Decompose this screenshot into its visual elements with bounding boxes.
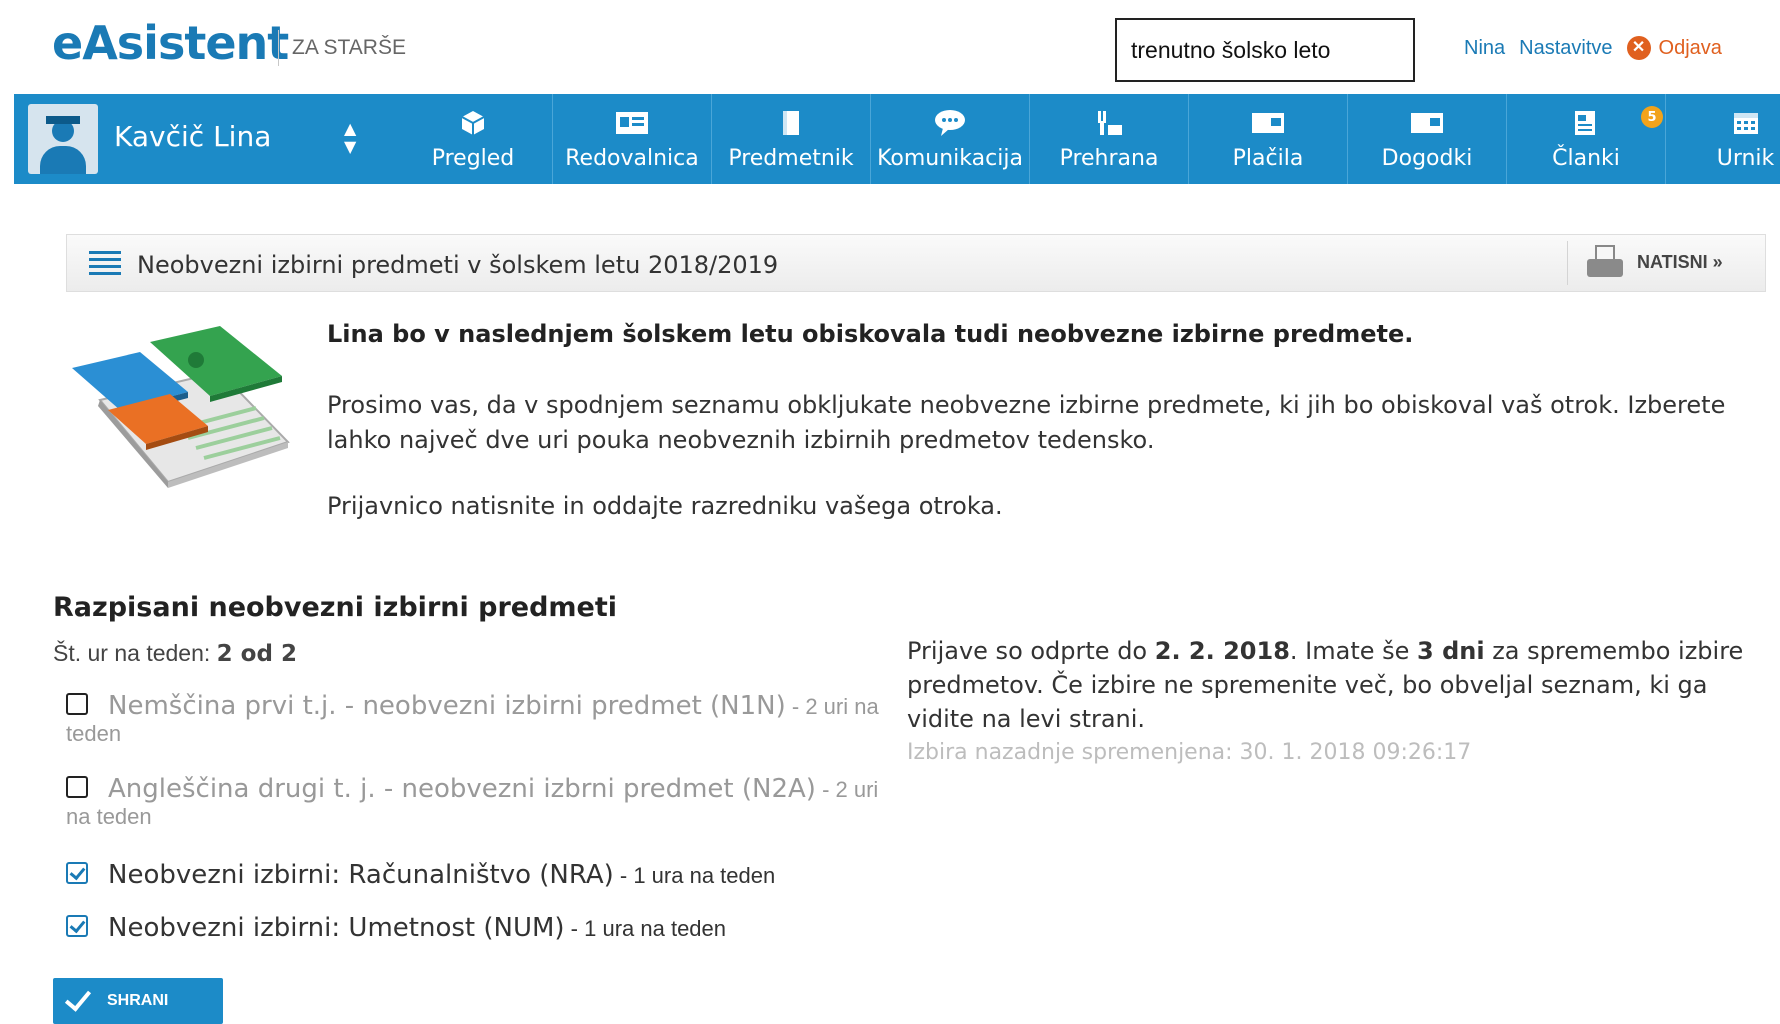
child-name: Kavčič Lina [114, 120, 272, 153]
nav-label: Dogodki [1381, 146, 1473, 171]
subject-name: Neobvezni izbirni: Računalništvo (NRA) [108, 860, 614, 890]
subject-option: Neobvezni izbirni: Umetnost (NUM) - 1 ur… [66, 915, 896, 942]
print-button[interactable]: NATISNI » [1587, 245, 1723, 279]
nav-item-clanki[interactable]: 5 Članki [1507, 94, 1666, 184]
id-card-icon [612, 106, 652, 140]
nav-items: Pregled Redovalnica Predmetnik Komunikac… [394, 94, 1780, 184]
print-divider [1567, 241, 1568, 285]
event-icon [1407, 106, 1447, 140]
nav-label: Prehrana [1059, 146, 1159, 171]
elective-subjects-illustration [70, 312, 300, 492]
weekly-hours: Št. ur na teden: 2 od 2 [53, 640, 297, 667]
food-icon [1089, 106, 1129, 140]
nav-item-urnik[interactable]: Urnik [1666, 94, 1780, 184]
settings-link[interactable]: Nastavitve [1519, 37, 1612, 60]
nav-label: Redovalnica [565, 146, 699, 171]
nav-label: Pregled [431, 146, 515, 171]
payment-icon [1248, 106, 1288, 140]
nav-item-redovalnica[interactable]: Redovalnica [553, 94, 712, 184]
nav-item-komunikacija[interactable]: Komunikacija [871, 94, 1030, 184]
chat-bubble-icon [930, 106, 970, 140]
subject-hours: - 1 ura na teden [564, 916, 727, 941]
main-navigation: Kavčič Lina ▲ ▼ Pregled Redovalnica Predm… [14, 94, 1780, 184]
nav-label: Komunikacija [877, 146, 1023, 171]
section-title: Neobvezni izbirni predmeti v šolskem let… [137, 251, 779, 279]
info-text: . Imate še [1289, 637, 1418, 665]
subject-checkbox[interactable] [66, 915, 88, 937]
intro-paragraph: Prosimo vas, da v spodnjem seznamu obklj… [327, 391, 1726, 454]
subjects-heading: Razpisani neobvezni izbirni predmeti [53, 592, 618, 623]
days-remaining: 3 dni [1417, 637, 1485, 665]
list-icon [89, 251, 121, 275]
subject-name: Angleščina drugi t. j. - neobvezni izbrn… [108, 774, 816, 804]
deadline-date: 2. 2. 2018 [1154, 637, 1290, 665]
app-logo[interactable]: eAsistent [52, 16, 289, 70]
logout-link[interactable]: ✕ Odjava [1626, 36, 1722, 60]
printer-icon [1587, 245, 1623, 279]
user-links: Nina Nastavitve ✕ Odjava [1464, 36, 1722, 60]
subject-name: Neobvezni izbirni: Umetnost (NUM) [108, 913, 565, 943]
nav-item-pregled[interactable]: Pregled [394, 94, 553, 184]
last-modified: Izbira nazadnje spremenjena: 30. 1. 2018… [907, 740, 1472, 765]
school-year-selector[interactable]: trenutno šolsko leto [1115, 18, 1415, 82]
save-label: SHRANI [107, 992, 169, 1009]
nav-label: Predmetnik [728, 146, 854, 171]
subject-checkbox[interactable] [66, 776, 88, 798]
intro-heading: Lina bo v naslednjem šolskem letu obisko… [327, 320, 1414, 348]
nav-item-placila[interactable]: Plačila [1189, 94, 1348, 184]
logout-label: Odjava [1658, 36, 1722, 59]
top-header: eAsistent ZA STARŠE trenutno šolsko leto… [0, 0, 1780, 94]
calendar-icon [1726, 106, 1766, 140]
info-text: Prijave so odprte do [907, 637, 1155, 665]
cube-icon [453, 106, 493, 140]
section-header: Neobvezni izbirni predmeti v šolskem let… [66, 234, 1766, 292]
sort-arrows-icon: ▲ ▼ [344, 119, 357, 156]
close-circle-icon: ✕ [1626, 36, 1651, 60]
subject-option: Nemščina prvi t.j. - neobvezni izbirni p… [66, 693, 896, 747]
child-selector[interactable]: Kavčič Lina ▲ ▼ [14, 94, 384, 184]
nav-item-prehrana[interactable]: Prehrana [1030, 94, 1189, 184]
articles-count-badge: 5 [1641, 106, 1663, 128]
hours-label: Št. ur na teden: [53, 640, 217, 666]
nav-item-dogodki[interactable]: Dogodki [1348, 94, 1507, 184]
registration-info: Prijave so odprte do 2. 2. 2018. Imate š… [907, 634, 1767, 736]
nav-label: Članki [1552, 146, 1620, 171]
nav-label: Urnik [1716, 146, 1775, 171]
checkmark-icon [64, 984, 92, 1012]
intro-instruction: Prijavnico natisnite in oddajte razredni… [327, 492, 1003, 520]
subject-option: Angleščina drugi t. j. - neobvezni izbrn… [66, 776, 896, 830]
subject-option: Neobvezni izbirni: Računalništvo (NRA) -… [66, 862, 896, 889]
logo-divider [278, 30, 279, 66]
save-button[interactable]: SHRANI [53, 978, 223, 1024]
subject-checkbox[interactable] [66, 693, 88, 715]
app-subtitle: ZA STARŠE [292, 36, 406, 59]
avatar [28, 104, 98, 174]
subject-hours: - 1 ura na teden [613, 863, 776, 888]
subject-name: Nemščina prvi t.j. - neobvezni izbirni p… [108, 691, 786, 721]
user-link[interactable]: Nina [1464, 37, 1505, 60]
subject-checkbox[interactable] [66, 862, 88, 884]
nav-label: Plačila [1232, 146, 1304, 171]
book-icon [771, 106, 811, 140]
print-label: NATISNI » [1637, 251, 1723, 272]
article-icon [1566, 106, 1606, 140]
nav-item-predmetnik[interactable]: Predmetnik [712, 94, 871, 184]
hours-value: 2 od 2 [216, 641, 297, 667]
